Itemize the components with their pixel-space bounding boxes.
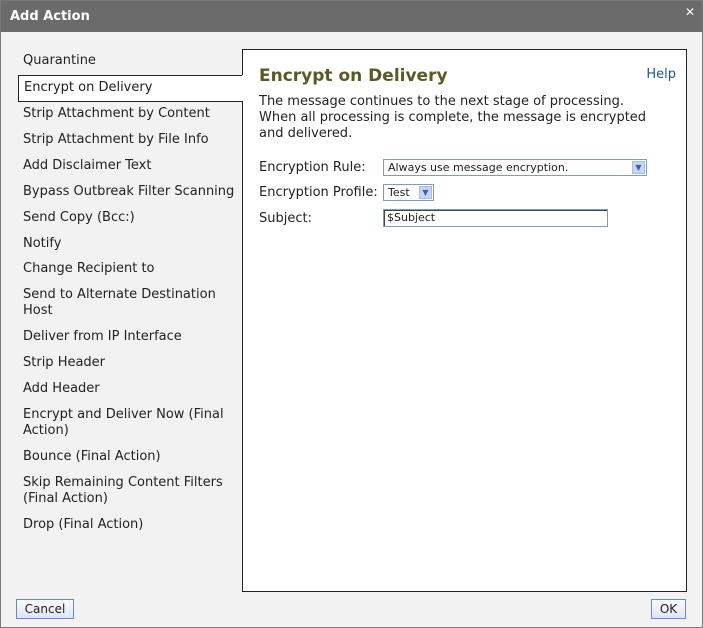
subject-value: $Subject xyxy=(387,211,436,224)
menu-item-label: Bypass Outbreak Filter Scanning xyxy=(23,184,235,199)
help-link[interactable]: Help xyxy=(646,67,676,82)
subject-label: Subject: xyxy=(259,211,312,226)
menu-item-deliver-from-ip-interface[interactable]: Deliver from IP Interface xyxy=(18,325,243,351)
menu-item-label: Change Recipient to xyxy=(23,261,155,276)
encryption-rule-value: Always use message encryption. xyxy=(388,161,569,174)
action-detail-panel: Encrypt on Delivery Help The message con… xyxy=(242,49,687,592)
ok-button[interactable]: OK xyxy=(651,599,686,619)
menu-item-add-disclaimer-text[interactable]: Add Disclaimer Text xyxy=(18,154,243,180)
menu-item-label: Deliver from IP Interface xyxy=(23,329,182,344)
menu-item-send-to-alternate-destination-host[interactable]: Send to Alternate Destination Host xyxy=(18,283,233,325)
subject-input[interactable]: $Subject xyxy=(383,209,608,227)
menu-item-label: Send Copy (Bcc:) xyxy=(23,210,135,225)
close-icon[interactable]: ✕ xyxy=(684,6,696,18)
panel-heading: Encrypt on Delivery xyxy=(259,66,448,86)
encryption-profile-label: Encryption Profile: xyxy=(259,185,378,200)
chevron-down-icon: ▼ xyxy=(632,161,645,174)
menu-item-strip-attachment-by-content[interactable]: Strip Attachment by Content xyxy=(18,102,243,128)
menu-item-label: Add Disclaimer Text xyxy=(23,158,152,173)
action-menu: Quarantine Encrypt on Delivery Strip Att… xyxy=(18,49,244,539)
menu-item-label: Strip Attachment by Content xyxy=(23,106,210,121)
menu-item-drop[interactable]: Drop (Final Action) xyxy=(18,513,243,539)
title-bar: Add Action ✕ xyxy=(1,1,702,32)
menu-item-strip-header[interactable]: Strip Header xyxy=(18,351,243,377)
menu-item-skip-remaining-content-filters[interactable]: Skip Remaining Content Filters (Final Ac… xyxy=(18,471,233,513)
menu-item-label: Notify xyxy=(23,236,62,251)
menu-item-notify[interactable]: Notify xyxy=(18,232,243,257)
menu-item-quarantine[interactable]: Quarantine xyxy=(18,49,243,75)
cancel-button[interactable]: Cancel xyxy=(16,599,74,619)
menu-item-send-copy-bcc[interactable]: Send Copy (Bcc:) xyxy=(18,206,243,232)
menu-item-label: Add Header xyxy=(23,381,100,396)
menu-item-bounce[interactable]: Bounce (Final Action) xyxy=(18,445,243,471)
encryption-profile-row: Encryption Profile: Test ▼ xyxy=(259,184,679,203)
menu-item-label: Send to Alternate Destination Host xyxy=(23,287,216,318)
selected-tab-connector xyxy=(242,75,243,101)
menu-item-label: Strip Attachment by File Info xyxy=(23,132,209,147)
menu-item-encrypt-on-delivery[interactable]: Encrypt on Delivery xyxy=(18,75,244,102)
dialog-title: Add Action xyxy=(10,9,90,24)
menu-item-encrypt-and-deliver-now[interactable]: Encrypt and Deliver Now (Final Action) xyxy=(18,403,238,445)
menu-item-change-recipient-to[interactable]: Change Recipient to xyxy=(18,257,243,283)
menu-item-label: Drop (Final Action) xyxy=(23,517,144,532)
menu-item-label: Strip Header xyxy=(23,355,106,370)
chevron-down-icon: ▼ xyxy=(419,186,432,199)
encryption-rule-row: Encryption Rule: Always use message encr… xyxy=(259,159,679,178)
menu-item-label: Encrypt and Deliver Now (Final Action) xyxy=(23,407,224,438)
menu-item-add-header[interactable]: Add Header xyxy=(18,377,243,403)
add-action-dialog: Add Action ✕ Quarantine Encrypt on Deliv… xyxy=(0,0,703,628)
subject-row: Subject: $Subject xyxy=(259,209,679,229)
encryption-profile-select[interactable]: Test ▼ xyxy=(383,184,434,201)
panel-description: The message continues to the next stage … xyxy=(259,94,647,141)
encryption-rule-label: Encryption Rule: xyxy=(259,160,366,175)
encryption-profile-value: Test xyxy=(388,186,410,199)
menu-item-label: Skip Remaining Content Filters (Final Ac… xyxy=(23,475,223,506)
menu-item-bypass-outbreak-filter-scanning[interactable]: Bypass Outbreak Filter Scanning xyxy=(18,180,243,206)
encryption-rule-select[interactable]: Always use message encryption. ▼ xyxy=(383,159,647,176)
menu-item-label: Quarantine xyxy=(23,53,96,68)
menu-item-label: Encrypt on Delivery xyxy=(24,80,153,95)
menu-item-label: Bounce (Final Action) xyxy=(23,449,161,464)
menu-item-strip-attachment-by-file-info[interactable]: Strip Attachment by File Info xyxy=(18,128,243,154)
